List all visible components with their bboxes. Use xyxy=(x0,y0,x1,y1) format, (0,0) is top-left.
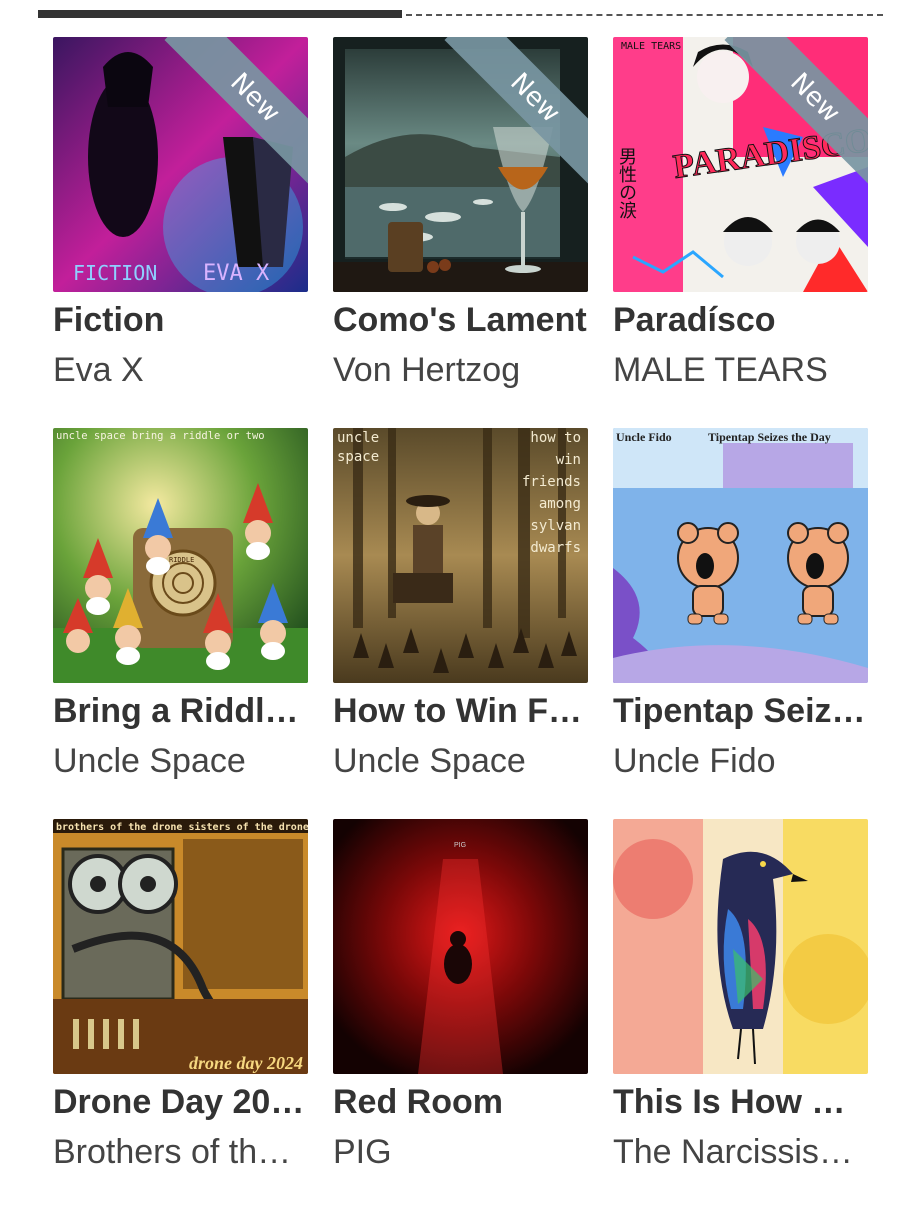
svg-text:sylvan: sylvan xyxy=(530,518,581,534)
album-cover[interactable]: PIG xyxy=(333,819,588,1074)
album-card[interactable]: This Is How … The Narcissis… xyxy=(613,819,868,1210)
album-artist[interactable]: Uncle Fido xyxy=(613,741,868,781)
album-title[interactable]: Tipentap Seiz… xyxy=(613,691,868,731)
svg-text:brothers of the drone sisters: brothers of the drone sisters of the dro… xyxy=(56,821,308,833)
album-artist[interactable]: Brothers of th… xyxy=(53,1132,308,1172)
album-card[interactable]: Uncle Fido Tipentap Seizes the Day Tipen… xyxy=(613,428,868,819)
album-artist[interactable]: PIG xyxy=(333,1132,588,1172)
album-cover[interactable]: New xyxy=(333,37,588,292)
svg-text:drone day 2024: drone day 2024 xyxy=(189,1053,303,1073)
album-card[interactable]: uncle space how to win friends among syl… xyxy=(333,428,588,819)
svg-text:MALE TEARS: MALE TEARS xyxy=(621,41,681,52)
cover-art-tipentap: Uncle Fido Tipentap Seizes the Day xyxy=(613,428,868,683)
album-grid: FICTION EVA X New Fiction Eva X New Como… xyxy=(53,37,868,1210)
album-card[interactable]: MALE TEARS PARADISCO 男性の涙 New Paradísco … xyxy=(613,37,868,428)
album-card[interactable]: FICTION EVA X New Fiction Eva X xyxy=(53,37,308,428)
svg-text:among: among xyxy=(539,496,581,512)
cover-art-red-room: PIG xyxy=(333,819,588,1074)
album-artist[interactable]: Von Hertzog xyxy=(333,350,588,390)
svg-text:Tipentap Seizes the Day: Tipentap Seizes the Day xyxy=(708,430,831,444)
inactive-tab-indicator[interactable] xyxy=(406,14,883,16)
svg-text:Uncle Fido: Uncle Fido xyxy=(616,430,672,444)
album-title[interactable]: How to Win F… xyxy=(333,691,588,731)
svg-text:uncle: uncle xyxy=(337,430,379,446)
album-card[interactable]: brothers of the drone sisters of the dro… xyxy=(53,819,308,1210)
svg-text:RIDDLE: RIDDLE xyxy=(169,556,194,564)
album-cover[interactable]: Uncle Fido Tipentap Seizes the Day xyxy=(613,428,868,683)
album-cover[interactable]: brothers of the drone sisters of the dro… xyxy=(53,819,308,1074)
album-title[interactable]: Red Room xyxy=(333,1082,588,1122)
cover-art-riddle: uncle space bring a riddle or two RIDDLE xyxy=(53,428,308,683)
cover-art-paradisco: MALE TEARS PARADISCO 男性の涙 xyxy=(613,37,868,292)
album-cover[interactable]: uncle space bring a riddle or two RIDDLE xyxy=(53,428,308,683)
svg-text:how to: how to xyxy=(530,430,581,446)
album-cover[interactable]: FICTION EVA X New xyxy=(53,37,308,292)
svg-text:win: win xyxy=(556,452,581,468)
album-artist[interactable]: Uncle Space xyxy=(53,741,308,781)
tab-bar xyxy=(38,8,883,20)
svg-text:friends: friends xyxy=(522,474,581,490)
svg-text:space: space xyxy=(337,449,379,465)
album-title[interactable]: Como's Lament xyxy=(333,300,588,340)
active-tab-indicator[interactable] xyxy=(38,10,402,18)
album-cover[interactable]: uncle space how to win friends among syl… xyxy=(333,428,588,683)
album-artist[interactable]: Uncle Space xyxy=(333,741,588,781)
cover-art-raven xyxy=(613,819,868,1074)
svg-text:FICTION: FICTION xyxy=(73,261,157,285)
album-title[interactable]: Drone Day 20… xyxy=(53,1082,308,1122)
album-cover[interactable]: MALE TEARS PARADISCO 男性の涙 New xyxy=(613,37,868,292)
album-card[interactable]: uncle space bring a riddle or two RIDDLE… xyxy=(53,428,308,819)
album-title[interactable]: Paradísco xyxy=(613,300,868,340)
album-cover[interactable] xyxy=(613,819,868,1074)
album-artist[interactable]: MALE TEARS xyxy=(613,350,868,390)
svg-text:PIG: PIG xyxy=(454,842,466,849)
album-title[interactable]: This Is How … xyxy=(613,1082,868,1122)
album-artist[interactable]: The Narcissis… xyxy=(613,1132,868,1172)
cover-art-sylvan-dwarfs: uncle space how to win friends among syl… xyxy=(333,428,588,683)
svg-text:dwarfs: dwarfs xyxy=(530,540,581,556)
svg-text:男性の涙: 男性の涙 xyxy=(617,147,637,219)
album-artist[interactable]: Eva X xyxy=(53,350,308,390)
album-card[interactable]: New Como's Lament Von Hertzog xyxy=(333,37,588,428)
cover-art-fiction: FICTION EVA X xyxy=(53,37,308,292)
cover-art-drone-day: brothers of the drone sisters of the dro… xyxy=(53,819,308,1074)
svg-text:uncle space bring a riddle or: uncle space bring a riddle or two xyxy=(56,430,265,442)
cover-art-como xyxy=(333,37,588,292)
svg-text:EVA X: EVA X xyxy=(203,261,270,286)
album-title[interactable]: Bring a Riddl… xyxy=(53,691,308,731)
album-title[interactable]: Fiction xyxy=(53,300,308,340)
album-card[interactable]: PIG Red Room PIG xyxy=(333,819,588,1210)
